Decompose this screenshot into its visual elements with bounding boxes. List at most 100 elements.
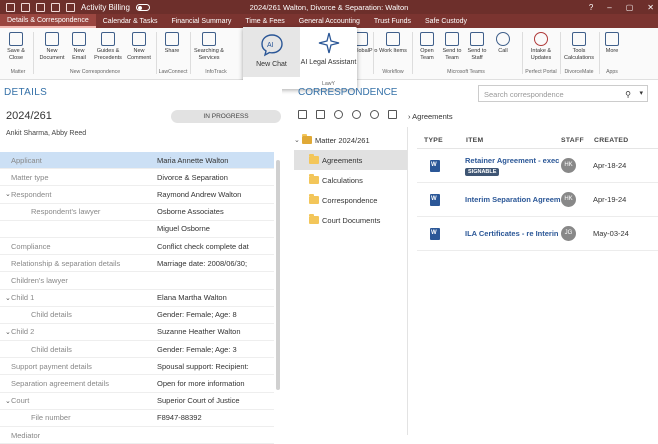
tools-calculations-button[interactable]: Tools Calculations bbox=[563, 32, 595, 61]
pane-divider[interactable] bbox=[407, 127, 408, 435]
chevron-down-icon[interactable]: ⌄ bbox=[0, 397, 11, 405]
detail-row[interactable]: Miguel Osborne bbox=[0, 221, 274, 238]
share-button[interactable]: Share bbox=[160, 32, 184, 55]
detail-row[interactable]: Separation agreement details Open for mor… bbox=[0, 375, 274, 393]
tab-trust-funds[interactable]: Trust Funds bbox=[367, 14, 418, 28]
call-button[interactable]: Call bbox=[492, 32, 514, 55]
chevron-down-icon[interactable]: ▾ bbox=[639, 89, 643, 97]
details-scrollbar[interactable] bbox=[276, 160, 280, 390]
chevron-down-icon[interactable]: ⌄ bbox=[0, 190, 11, 198]
item-table: TYPE ITEM STAFF CREATED Retainer Agreeme… bbox=[417, 132, 658, 251]
detail-row[interactable]: ⌄ Child 1 Elana Martha Walton bbox=[0, 290, 274, 307]
more-icon bbox=[605, 32, 619, 46]
tree-root[interactable]: ⌄ Matter 2024/261 bbox=[294, 130, 407, 150]
col-item[interactable]: ITEM bbox=[455, 137, 561, 144]
work-items-button[interactable]: Work Items bbox=[378, 32, 408, 55]
tab-general-accounting[interactable]: General Accounting bbox=[292, 14, 367, 28]
svg-text:AI: AI bbox=[267, 42, 274, 49]
tab-details-correspondence[interactable]: Details & Correspondence bbox=[0, 14, 96, 28]
detail-row[interactable]: File number F8947-88392 bbox=[0, 410, 274, 427]
open-team-button[interactable]: Open Team bbox=[416, 32, 438, 61]
activity-billing-toggle[interactable] bbox=[135, 3, 150, 11]
close-icon[interactable]: ✕ bbox=[647, 3, 654, 12]
detail-row[interactable]: ⌄ Court Superior Court of Justice bbox=[0, 393, 274, 410]
list-view-icon[interactable] bbox=[298, 110, 307, 119]
folder-court-documents[interactable]: Court Documents bbox=[294, 210, 407, 230]
app-icon[interactable] bbox=[6, 2, 15, 12]
folder-calculations[interactable]: Calculations bbox=[294, 170, 407, 190]
sparkle-icon bbox=[318, 32, 339, 54]
table-row[interactable]: ILA Certificates - re Interin JG May-03-… bbox=[417, 217, 658, 251]
word-doc-icon bbox=[430, 227, 440, 240]
ai-legal-assistant-button[interactable]: AI Legal Assistant bbox=[300, 27, 357, 77]
avatar: HK bbox=[561, 192, 576, 207]
help-icon[interactable]: ? bbox=[589, 3, 593, 12]
back-icon[interactable] bbox=[334, 110, 343, 119]
folder-icon bbox=[309, 214, 319, 224]
maximize-icon[interactable]: ▢ bbox=[626, 3, 634, 12]
menu-tabs: Details & Correspondence Calendar & Task… bbox=[0, 14, 658, 28]
group-infotrack: InfoTrack bbox=[205, 69, 227, 75]
guides-icon bbox=[101, 32, 115, 46]
detail-row[interactable]: Support payment details Spousal support: … bbox=[0, 358, 274, 376]
minimize-icon[interactable]: – bbox=[607, 3, 611, 12]
col-created[interactable]: CREATED bbox=[586, 137, 658, 144]
tab-financial-summary[interactable]: Financial Summary bbox=[164, 14, 238, 28]
group-lawconnect: LawConnect bbox=[158, 69, 188, 75]
history-icon[interactable] bbox=[370, 110, 379, 119]
detail-row[interactable]: Matter type Divorce & Separation bbox=[0, 169, 274, 187]
settings-icon[interactable] bbox=[36, 2, 45, 12]
group-workflow: Workflow bbox=[382, 69, 404, 75]
tab-time-fees[interactable]: Time & Fees bbox=[238, 14, 291, 28]
search-icon[interactable]: ⚲ bbox=[625, 90, 631, 99]
send-to-team-button[interactable]: Send to Team bbox=[441, 32, 463, 61]
tab-safe-custody[interactable]: Safe Custody bbox=[418, 14, 474, 28]
send-to-staff-button[interactable]: Send to Staff bbox=[466, 32, 488, 61]
folder-agreements[interactable]: Agreements bbox=[294, 150, 407, 170]
detail-row[interactable]: Mediator bbox=[0, 427, 274, 444]
searching-services-button[interactable]: Searching & Services bbox=[194, 32, 224, 61]
col-staff[interactable]: STAFF bbox=[561, 137, 586, 144]
signable-badge: SIGNABLE bbox=[465, 167, 500, 176]
detail-row[interactable]: Compliance Conflict check complete dat bbox=[0, 238, 274, 256]
detail-row[interactable]: Applicant Maria Annette Walton bbox=[0, 152, 274, 170]
group-perfect-portal: Perfect Portal bbox=[525, 69, 557, 75]
ai-chat-icon: AI bbox=[260, 34, 283, 57]
print-icon[interactable] bbox=[316, 110, 325, 119]
chevron-down-icon[interactable]: ⌄ bbox=[0, 328, 11, 336]
timer-icon[interactable] bbox=[66, 2, 75, 12]
new-chat-button[interactable]: AI New Chat bbox=[243, 27, 300, 77]
detail-row[interactable]: Child details Gender: Female; Age: 3 bbox=[0, 341, 274, 359]
search-input[interactable]: Search correspondence ⚲ ▾ bbox=[478, 85, 648, 102]
detail-row[interactable]: Respondent's lawyer Osborne Associates bbox=[0, 204, 274, 221]
detail-row[interactable]: ⌄ Child 2 Suzanne Heather Walton bbox=[0, 324, 274, 342]
send-team-icon bbox=[445, 32, 459, 46]
detail-row[interactable]: ⌄ Respondent Raymond Andrew Walton bbox=[0, 186, 274, 204]
detail-row[interactable]: Children's lawyer bbox=[0, 272, 274, 290]
detail-row[interactable]: Child details Gender: Female; Age: 8 bbox=[0, 307, 274, 324]
new-comment-button[interactable]: New Comment bbox=[126, 32, 152, 61]
table-row[interactable]: Interim Separation Agreem HK Apr-19-24 bbox=[417, 183, 658, 217]
group-matter: Matter bbox=[10, 69, 26, 75]
save-close-button[interactable]: Save & Close bbox=[4, 32, 28, 61]
status-badge[interactable]: IN PROGRESS bbox=[171, 110, 281, 123]
intake-updates-button[interactable]: Intake & Updates bbox=[526, 32, 556, 61]
table-row[interactable]: Retainer Agreement - execSIGNABLE HK Apr… bbox=[417, 149, 658, 183]
folder-icon bbox=[309, 154, 319, 164]
folder-nav-icon[interactable] bbox=[388, 110, 397, 119]
work-items-icon bbox=[386, 32, 400, 46]
forward-icon[interactable] bbox=[352, 110, 361, 119]
more-button[interactable]: More bbox=[602, 32, 622, 55]
detail-row[interactable]: Relationship & separation details Marriag… bbox=[0, 255, 274, 273]
details-pane: DETAILS 2024/261 IN PROGRESS Ankit Sharm… bbox=[0, 80, 282, 444]
chevron-down-icon[interactable]: ⌄ bbox=[294, 136, 302, 144]
email-icon[interactable] bbox=[21, 2, 30, 12]
guides-precedents-button[interactable]: Guides & Precedents bbox=[93, 32, 123, 61]
tab-calendar-tasks[interactable]: Calendar & Tasks bbox=[96, 14, 165, 28]
refresh-icon[interactable] bbox=[51, 2, 60, 12]
col-type[interactable]: TYPE bbox=[417, 137, 455, 144]
folder-correspondence[interactable]: Correspondence bbox=[294, 190, 407, 210]
chevron-down-icon[interactable]: ⌄ bbox=[0, 294, 11, 302]
new-document-button[interactable]: New Document bbox=[38, 32, 66, 61]
new-email-button[interactable]: New Email bbox=[68, 32, 90, 61]
